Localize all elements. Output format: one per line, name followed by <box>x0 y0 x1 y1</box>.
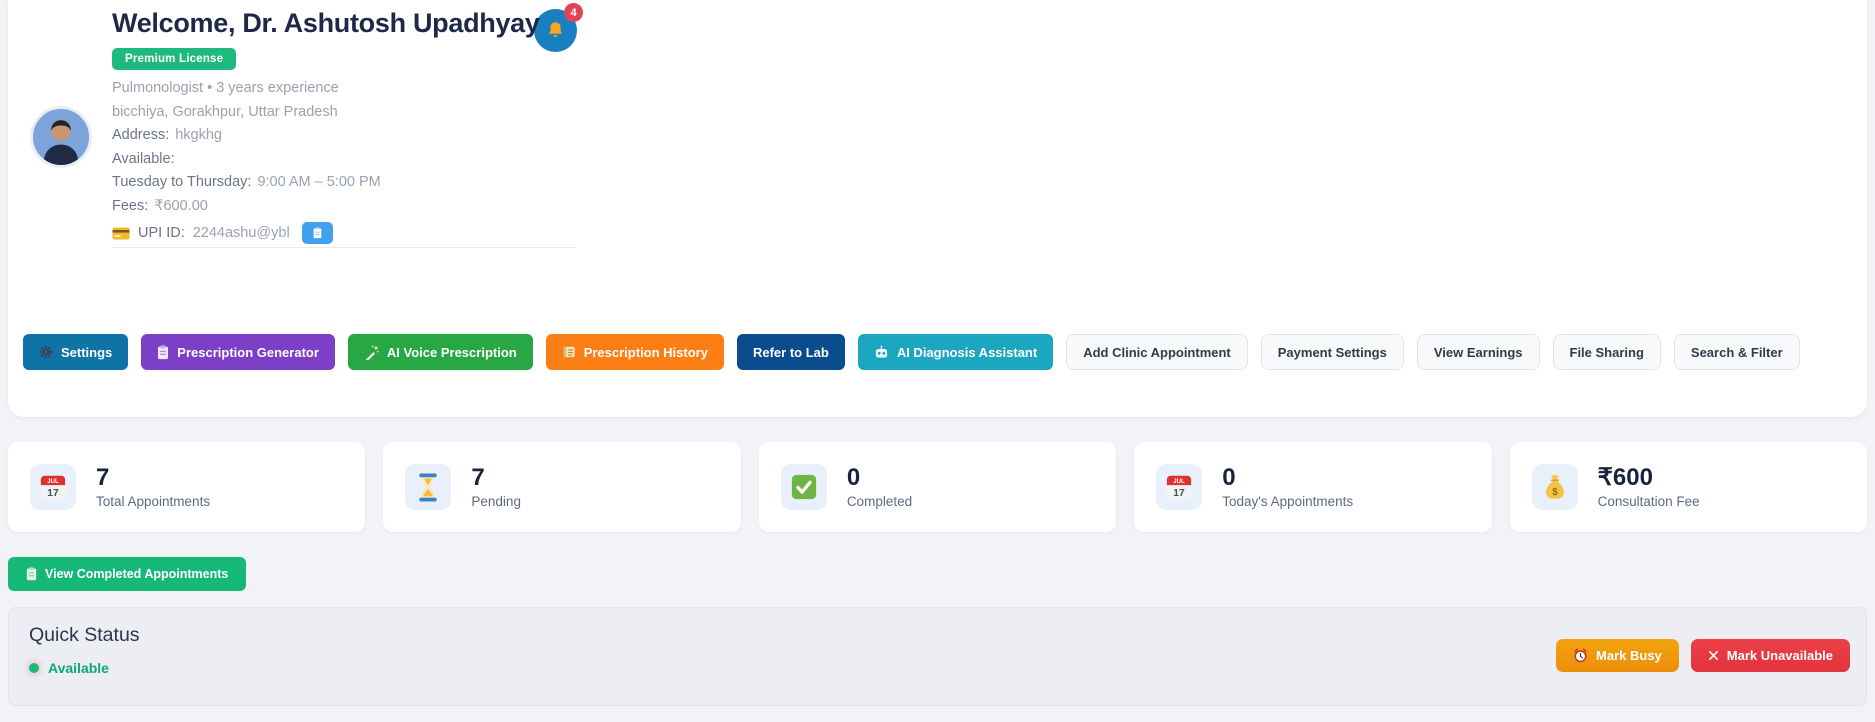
quick-status-buttons: Mark Busy Mark Unavailable <box>1556 639 1850 672</box>
action-label: Prescription History <box>583 344 708 360</box>
search-filter-button[interactable]: Search & Filter <box>1673 334 1800 370</box>
notifications-button[interactable]: 4 <box>534 3 583 52</box>
gear-icon <box>39 345 53 359</box>
action-label: Refer to Lab <box>752 344 829 360</box>
action-label: File Sharing <box>1569 344 1644 360</box>
settings-button[interactable]: Settings <box>23 334 129 370</box>
check-icon <box>780 464 827 510</box>
credit-card-icon <box>112 227 130 240</box>
stat-label: Completed <box>846 494 913 510</box>
scroll-icon <box>562 345 576 359</box>
notification-count-badge: 4 <box>564 3 583 22</box>
mark-busy-button[interactable]: Mark Busy <box>1556 639 1679 672</box>
stat-label: Consultation Fee <box>1597 494 1700 510</box>
stat-card-pending: 7 Pending <box>383 442 741 532</box>
view-completed-appointments-button[interactable]: View Completed Appointments <box>8 557 247 591</box>
stat-value: 7 <box>96 463 110 491</box>
button-label: Mark Busy <box>1596 648 1662 663</box>
ai-voice-prescription-button[interactable]: AI Voice Prescription <box>347 334 533 370</box>
clipboard-icon <box>313 227 322 239</box>
svg-text:$: $ <box>1552 487 1558 498</box>
page-title: Welcome, Dr. Ashutosh Upadhyay <box>112 8 540 38</box>
stat-card-consultation-fee: $ ₹600 Consultation Fee <box>1509 442 1868 532</box>
hourglass-icon <box>405 464 452 510</box>
action-label: Search & Filter <box>1690 344 1783 360</box>
stat-label: Today's Appointments <box>1222 494 1354 510</box>
stat-value: ₹600 <box>1597 463 1653 491</box>
stat-label: Total Appointments <box>96 494 211 510</box>
status-dot-icon <box>29 663 39 673</box>
add-clinic-appointment-button[interactable]: Add Clinic Appointment <box>1066 334 1248 370</box>
wand-icon <box>364 345 379 360</box>
available-line: Available: <box>112 150 175 167</box>
stats-row: JUL 17 7 Total Appointments 7 Pending 0 … <box>8 442 1868 532</box>
calendar-icon: JUL 17 <box>1156 464 1203 510</box>
copy-upi-button[interactable] <box>301 222 333 245</box>
prescription-history-button[interactable]: Prescription History <box>545 334 724 370</box>
button-label: View Completed Appointments <box>45 567 229 581</box>
status-label: Available <box>48 660 109 676</box>
action-label: Payment Settings <box>1277 344 1387 360</box>
action-label: AI Voice Prescription <box>386 344 517 360</box>
location-line: bicchiya, Gorakhpur, Uttar Pradesh <box>112 103 338 120</box>
upi-line: UPI ID: 2244ashu@ybl <box>112 222 540 245</box>
action-label: Add Clinic Appointment <box>1083 344 1231 360</box>
quick-status-title: Quick Status <box>29 624 140 646</box>
avatar <box>30 106 92 168</box>
doctor-profile-card: 4 Welcome, Dr. Ashutosh Upadhyay Premium… <box>8 0 1867 417</box>
refer-to-lab-button[interactable]: Refer to Lab <box>736 334 845 370</box>
premium-license-badge: Premium License <box>112 48 237 71</box>
stat-value: 0 <box>846 463 861 491</box>
prescription-generator-button[interactable]: Prescription Generator <box>141 334 335 370</box>
quick-status-card: Quick Status Available Mark Busy Mark Un… <box>8 607 1867 706</box>
svg-text:JUL: JUL <box>1174 479 1186 485</box>
action-label: Prescription Generator <box>177 344 319 360</box>
calendar-icon: JUL 17 <box>30 464 76 510</box>
mark-unavailable-button[interactable]: Mark Unavailable <box>1690 639 1850 672</box>
clipboard-icon <box>157 344 169 360</box>
clipboard-icon <box>26 567 37 581</box>
stat-value: 0 <box>1222 463 1236 491</box>
stat-card-total-appointments: JUL 17 7 Total Appointments <box>8 442 366 532</box>
button-label: Mark Unavailable <box>1726 648 1833 663</box>
stat-label: Pending <box>471 494 521 510</box>
address-line: Address: hkgkhg <box>112 127 222 144</box>
svg-text:JUL: JUL <box>47 479 59 485</box>
specialty-line: Pulmonologist • 3 years experience <box>112 80 339 97</box>
action-buttons-row: Settings Prescription Generator AI Voice… <box>23 334 1800 370</box>
stat-value: 7 <box>471 463 485 491</box>
doctor-info: Welcome, Dr. Ashutosh Upadhyay Premium L… <box>112 8 540 253</box>
action-label: Settings <box>61 344 113 360</box>
x-icon <box>1708 650 1719 661</box>
availability-status: Available <box>29 660 109 676</box>
money-bag-icon: $ <box>1531 464 1578 510</box>
schedule-line: Tuesday to Thursday: 9:00 AM – 5:00 PM <box>112 174 381 191</box>
svg-text:17: 17 <box>1174 488 1186 499</box>
bell-icon <box>545 20 566 41</box>
ai-diagnosis-assistant-button[interactable]: AI Diagnosis Assistant <box>857 334 1054 370</box>
stat-card-todays-appointments: JUL 17 0 Today's Appointments <box>1134 442 1492 532</box>
avatar-photo <box>33 109 89 165</box>
file-sharing-button[interactable]: File Sharing <box>1552 334 1661 370</box>
fees-line: Fees: ₹600.00 <box>112 197 208 214</box>
stat-card-completed: 0 Completed <box>758 442 1117 532</box>
profile-divider <box>112 247 576 248</box>
svg-text:17: 17 <box>47 488 59 499</box>
robot-icon <box>874 345 889 360</box>
dashboard-page: 4 Welcome, Dr. Ashutosh Upadhyay Premium… <box>0 0 1875 722</box>
alarm-clock-icon <box>1573 648 1588 663</box>
action-label: View Earnings <box>1433 344 1523 360</box>
payment-settings-button[interactable]: Payment Settings <box>1260 334 1404 370</box>
view-earnings-button[interactable]: View Earnings <box>1416 334 1540 370</box>
action-label: AI Diagnosis Assistant <box>896 344 1038 360</box>
